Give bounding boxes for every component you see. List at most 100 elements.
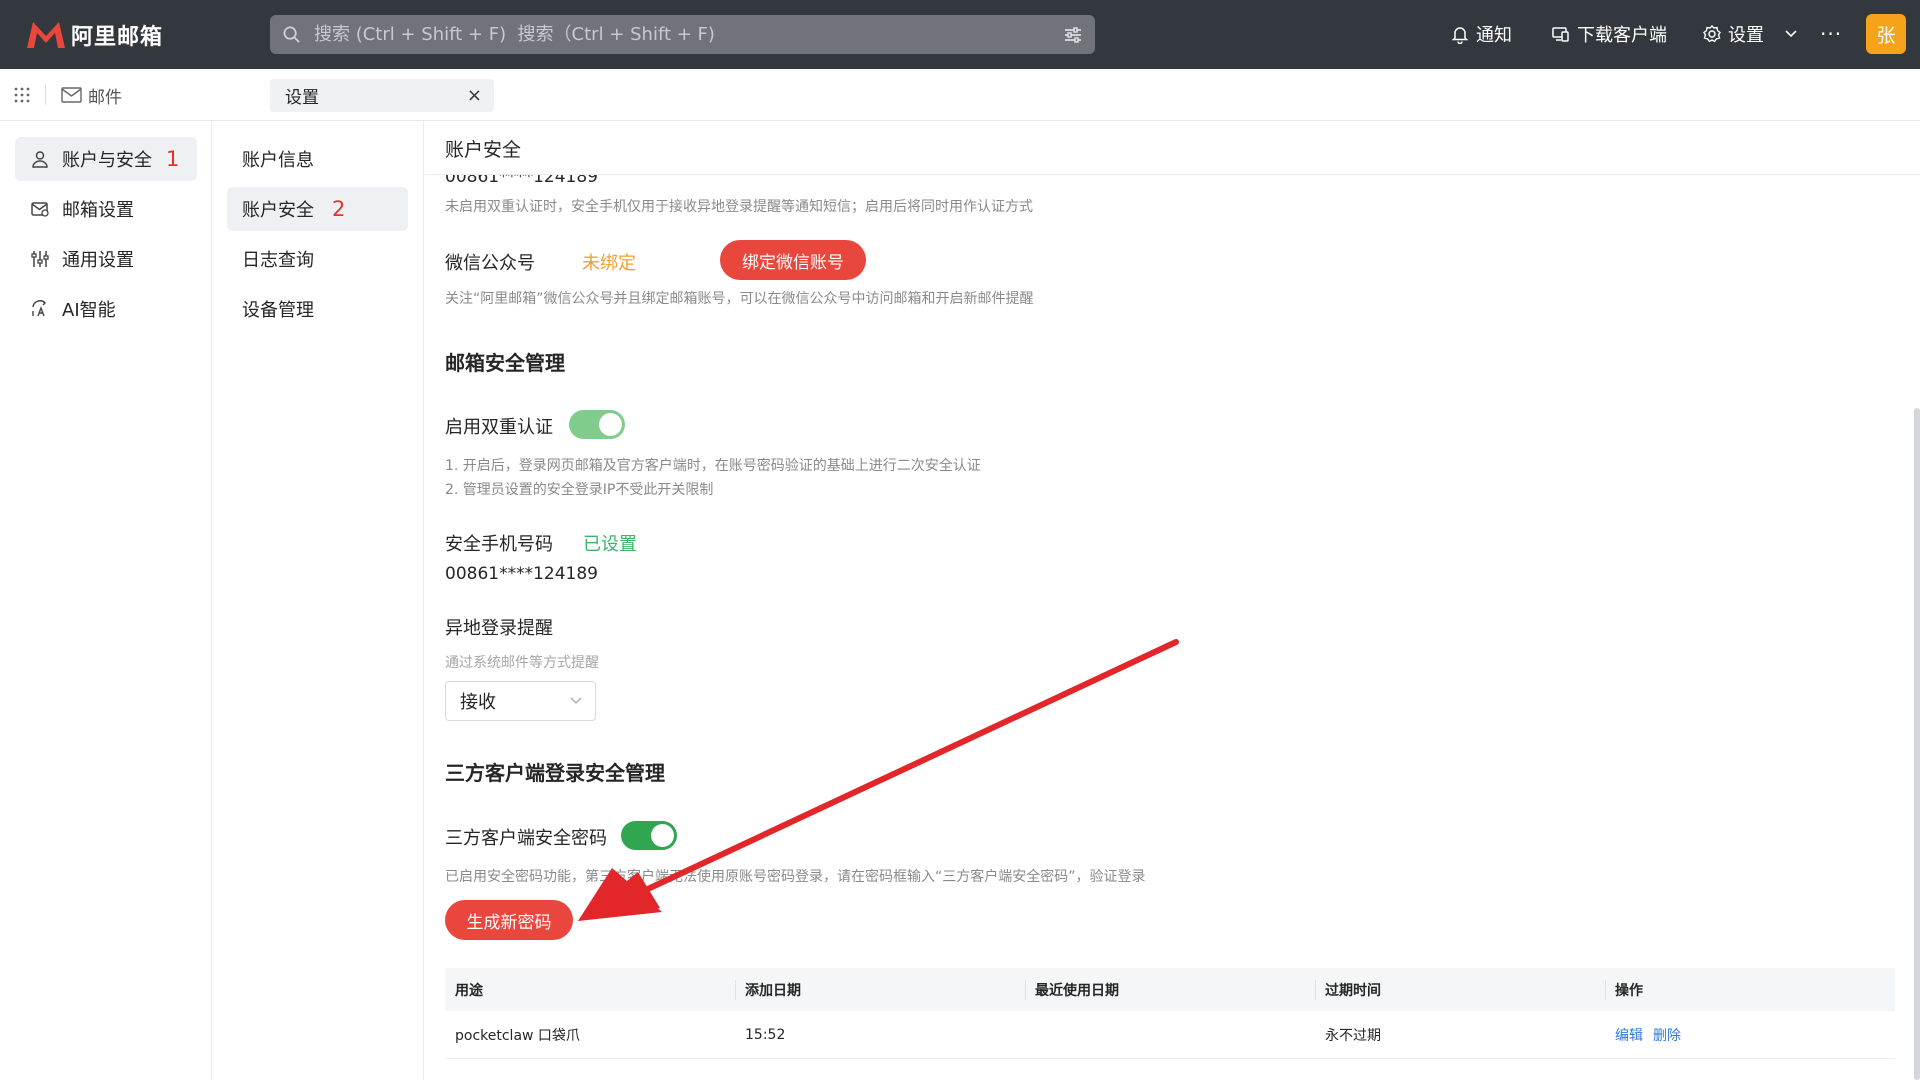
edit-link[interactable]: 编辑 bbox=[1615, 1025, 1643, 1045]
phone-usage-hint: 未启用双重认证时，安全手机仅用于接收异地登录提醒等通知短信；启用后将同时用作认证… bbox=[445, 199, 1033, 215]
toggle-knob bbox=[599, 413, 622, 436]
top-bar: 阿里邮箱 通知 下载客户端 bbox=[0, 0, 1920, 69]
scrollbar-thumb[interactable] bbox=[1914, 408, 1920, 1080]
third-party-password-toggle[interactable] bbox=[621, 821, 677, 850]
sidebar-item-account-security[interactable]: 账户与安全 1 bbox=[15, 137, 197, 181]
security-phone-value: 00861****124189 bbox=[445, 564, 598, 584]
toggle-knob bbox=[651, 824, 674, 847]
delete-link[interactable]: 删除 bbox=[1653, 1025, 1681, 1045]
search-icon bbox=[283, 26, 300, 43]
sidebar-item-label: 日志查询 bbox=[242, 250, 314, 271]
sidebar-item-label: 邮箱设置 bbox=[62, 200, 134, 221]
column-divider bbox=[1315, 980, 1316, 1000]
cell-actions: 编辑 删除 bbox=[1615, 1011, 1691, 1058]
primary-sidebar: 账户与安全 1 邮箱设置 通用设置 AI智能 bbox=[0, 121, 212, 1080]
download-label: 下载客户端 bbox=[1577, 25, 1667, 46]
column-header-purpose: 用途 bbox=[455, 982, 483, 999]
two-factor-hint-1: 1. 开启后，登录网页邮箱及官方客户端时，在账号密码验证的基础上进行二次安全认证 bbox=[445, 458, 981, 474]
sliders-icon bbox=[31, 251, 49, 267]
cell-added-date: 15:52 bbox=[745, 1026, 786, 1043]
annotation-number: 1 bbox=[166, 147, 180, 171]
table-header: 用途 添加日期 最近使用日期 过期时间 操作 bbox=[445, 968, 1895, 1011]
sidebar-item-log-query[interactable]: 日志查询 bbox=[227, 237, 408, 281]
security-phone-status: 已设置 bbox=[583, 534, 637, 555]
wechat-hint: 关注“阿里邮箱”微信公众号并且绑定邮箱账号，可以在微信公众号中访问邮箱和开启新邮… bbox=[445, 291, 1034, 307]
notify-label: 通知 bbox=[1476, 25, 1512, 46]
column-divider bbox=[735, 980, 736, 1000]
two-factor-hint-2: 2. 管理员设置的安全登录IP不受此开关限制 bbox=[445, 482, 714, 498]
sidebar-item-account-info[interactable]: 账户信息 bbox=[227, 137, 408, 181]
logo-mark-icon bbox=[27, 22, 65, 48]
generate-new-password-button[interactable]: 生成新密码 bbox=[445, 900, 573, 940]
page-title: 账户安全 bbox=[445, 139, 522, 161]
gear-icon bbox=[1703, 25, 1721, 43]
tab-row: 邮件 设置 × bbox=[0, 69, 1920, 121]
cell-purpose: pocketclaw 口袋爪 bbox=[455, 1027, 580, 1044]
settings-label: 设置 bbox=[1728, 25, 1764, 46]
envelope-icon bbox=[61, 87, 82, 103]
search-bar[interactable] bbox=[270, 15, 1095, 54]
close-icon[interactable]: × bbox=[467, 85, 482, 106]
notify-button[interactable]: 通知 bbox=[1450, 20, 1512, 48]
annotation-number: 2 bbox=[332, 197, 346, 221]
sidebar-item-general-settings[interactable]: 通用设置 bbox=[15, 237, 197, 281]
remote-login-select[interactable]: 接收 bbox=[445, 681, 596, 721]
security-phone-label: 安全手机号码 bbox=[445, 534, 553, 555]
tab-divider bbox=[45, 85, 46, 105]
two-factor-toggle[interactable] bbox=[569, 410, 625, 439]
sidebar-item-label: AI智能 bbox=[62, 300, 116, 321]
wechat-status: 未绑定 bbox=[582, 253, 636, 274]
scrollbar[interactable] bbox=[1914, 121, 1920, 1080]
more-icon[interactable]: ··· bbox=[1820, 22, 1842, 46]
sidebar-item-label: 账户信息 bbox=[242, 150, 314, 171]
content-header: 账户安全 bbox=[425, 121, 1920, 175]
main-content: 00861****124189 未启用双重认证时，安全手机仅用于接收异地登录提醒… bbox=[425, 121, 1920, 1080]
chevron-down-icon[interactable] bbox=[1782, 25, 1800, 43]
sidebar-item-label: 账户与安全 bbox=[62, 150, 152, 171]
remote-login-selected-value: 接收 bbox=[460, 692, 496, 713]
search-input[interactable] bbox=[314, 15, 1034, 54]
sidebar-item-label: 通用设置 bbox=[62, 250, 134, 271]
column-header-actions: 操作 bbox=[1615, 982, 1643, 999]
tab-mail-label: 邮件 bbox=[88, 87, 122, 108]
sidebar-item-ai[interactable]: AI智能 bbox=[15, 287, 197, 331]
sidebar-item-device-management[interactable]: 设备管理 bbox=[227, 287, 408, 331]
apps-grid-icon[interactable] bbox=[13, 86, 31, 104]
avatar[interactable]: 张 bbox=[1866, 14, 1906, 54]
mailbox-settings-icon bbox=[31, 202, 49, 217]
filter-icon[interactable] bbox=[1063, 25, 1083, 45]
remote-login-label: 异地登录提醒 bbox=[445, 618, 553, 639]
secondary-sidebar: 账户信息 账户安全 2 日志查询 设备管理 bbox=[212, 121, 424, 1080]
bind-wechat-button[interactable]: 绑定微信账号 bbox=[720, 240, 866, 280]
column-header-added-date: 添加日期 bbox=[745, 982, 801, 999]
column-divider bbox=[1605, 980, 1606, 1000]
third-party-password-label: 三方客户端安全密码 bbox=[445, 828, 607, 849]
column-header-expires: 过期时间 bbox=[1325, 982, 1381, 999]
ai-icon bbox=[32, 300, 46, 317]
mailbox-security-title: 邮箱安全管理 bbox=[445, 351, 565, 375]
column-divider bbox=[1025, 980, 1026, 1000]
third-party-title: 三方客户端登录安全管理 bbox=[445, 761, 665, 785]
sidebar-item-label: 设备管理 bbox=[242, 300, 314, 321]
devices-icon bbox=[1552, 27, 1569, 42]
tab-settings-label: 设置 bbox=[285, 88, 319, 108]
download-client-button[interactable]: 下载客户端 bbox=[1551, 20, 1667, 48]
third-party-hint: 已启用安全密码功能，第三方客户端无法使用原账号密码登录，请在密码框输入“三方客户… bbox=[445, 869, 1146, 885]
table-row: pocketclaw 口袋爪 15:52 永不过期 编辑 删除 bbox=[445, 1011, 1895, 1059]
sidebar-item-account-security-sub[interactable]: 账户安全 2 bbox=[227, 187, 408, 231]
user-icon bbox=[32, 151, 48, 168]
wechat-label: 微信公众号 bbox=[445, 253, 535, 274]
settings-button[interactable]: 设置 bbox=[1702, 20, 1764, 48]
logo-text: 阿里邮箱 bbox=[71, 25, 164, 50]
tab-mail[interactable]: 邮件 bbox=[61, 83, 122, 108]
sidebar-item-mailbox-settings[interactable]: 邮箱设置 bbox=[15, 187, 197, 231]
sidebar-item-label: 账户安全 bbox=[242, 200, 314, 221]
column-header-last-used: 最近使用日期 bbox=[1035, 982, 1119, 999]
chevron-down-icon bbox=[570, 697, 582, 704]
remote-login-hint: 通过系统邮件等方式提醒 bbox=[445, 655, 599, 671]
two-factor-label: 启用双重认证 bbox=[445, 417, 553, 438]
app-logo[interactable]: 阿里邮箱 bbox=[25, 19, 163, 51]
bell-icon bbox=[1451, 27, 1469, 44]
tab-settings[interactable]: 设置 × bbox=[270, 79, 494, 112]
cell-expires: 永不过期 bbox=[1325, 1027, 1381, 1044]
